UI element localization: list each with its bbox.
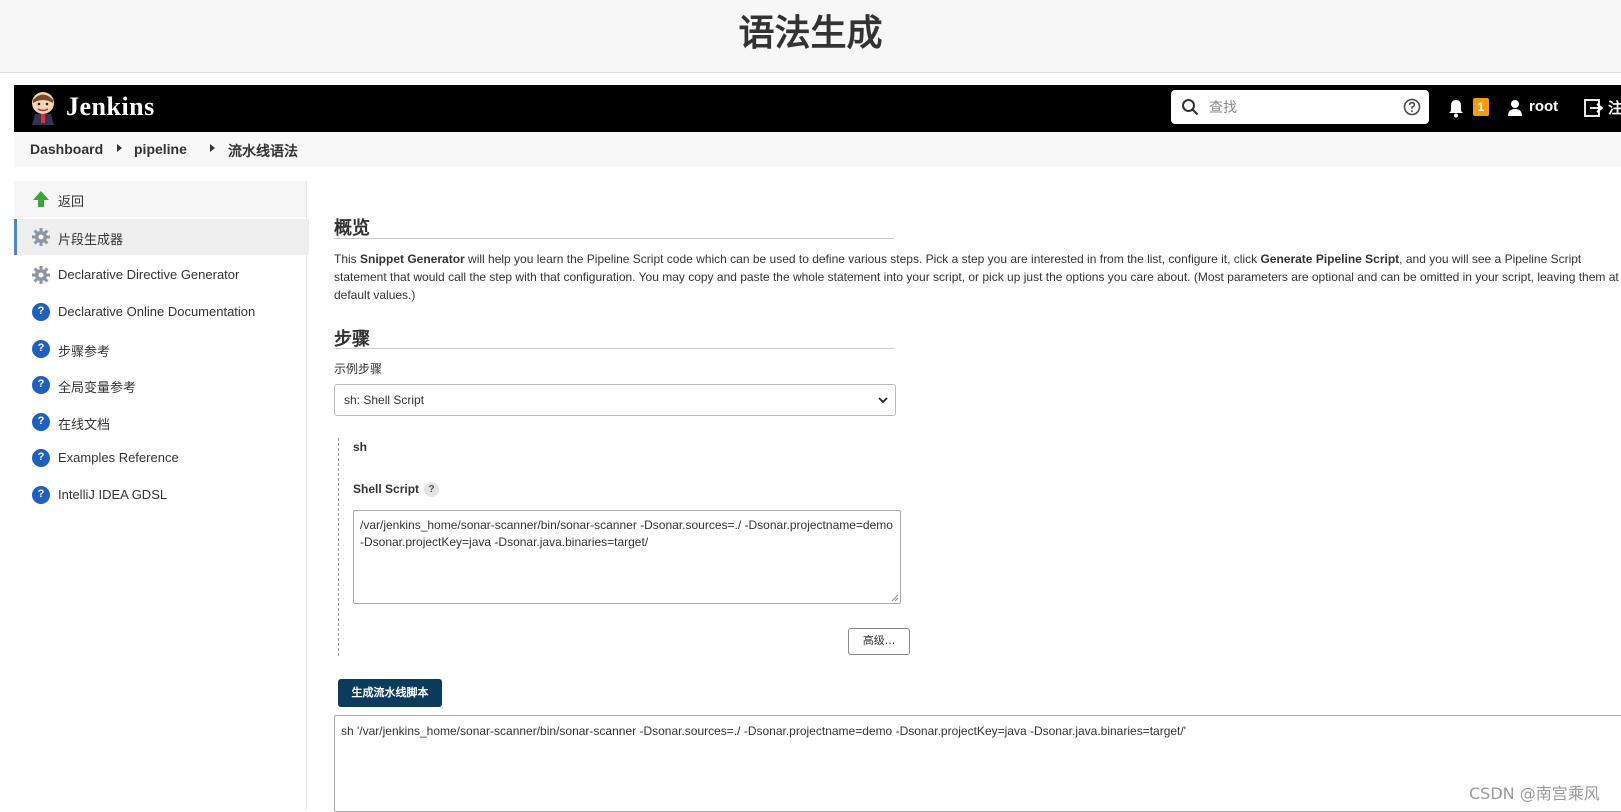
breadcrumb: Dashboard pipeline 流水线语法: [14, 132, 1621, 167]
sidebar-item-label: 全局变量参考: [58, 381, 137, 396]
overview-text-1: This: [334, 252, 361, 266]
sidebar-item-declarative-directive-generator[interactable]: Declarative Directive Generator: [14, 257, 306, 293]
sample-step-value: sh: Shell Script: [344, 393, 425, 407]
snippet-generator-strong: Snippet Generator: [360, 252, 465, 266]
breadcrumb-pipeline[interactable]: pipeline: [134, 141, 187, 157]
steps-divider: [334, 348, 894, 349]
logout-link[interactable]: 注销: [1608, 97, 1621, 118]
up-arrow-icon: [33, 191, 49, 207]
shell-script-label: Shell Script: [353, 482, 420, 496]
sidebar-item-label: Examples Reference: [58, 450, 179, 465]
shell-script-help-icon[interactable]: ?: [424, 482, 439, 497]
sidebar-item-back[interactable]: 返回: [14, 181, 306, 217]
shell-script-value: /var/jenkins_home/sonar-scanner/bin/sona…: [360, 518, 893, 549]
bell-icon[interactable]: [1447, 98, 1465, 118]
overview-divider: [334, 238, 894, 239]
search-input[interactable]: [1207, 94, 1391, 122]
user-name[interactable]: root: [1529, 98, 1558, 115]
gear-icon: [32, 228, 50, 246]
breadcrumb-pipeline-syntax[interactable]: 流水线语法: [228, 141, 298, 161]
help-icon[interactable]: [1403, 98, 1421, 116]
step-name: sh: [353, 440, 368, 454]
shell-script-textarea[interactable]: /var/jenkins_home/sonar-scanner/bin/sona…: [353, 510, 901, 604]
search-icon: [1182, 99, 1199, 116]
overview-heading: 概览: [334, 218, 370, 239]
help-icon: ?: [32, 340, 50, 358]
notification-badge[interactable]: 1: [1473, 98, 1489, 116]
breadcrumb-separator-icon[interactable]: [117, 144, 122, 152]
sidebar-item-label: 步骤参考: [58, 345, 111, 360]
sidebar-item-label: 返回: [58, 195, 85, 210]
jenkins-logo-icon[interactable]: [28, 91, 58, 125]
generated-script-value: sh '/var/jenkins_home/sonar-scanner/bin/…: [341, 724, 1187, 738]
banner-title: 语法生成: [738, 13, 883, 54]
user-icon[interactable]: [1507, 99, 1523, 117]
sidebar-item-intellij-gdsl[interactable]: ? IntelliJ IDEA GDSL: [14, 477, 306, 513]
resize-grip-icon[interactable]: [891, 594, 899, 602]
generate-pipeline-script-strong: Generate Pipeline Script: [1260, 252, 1400, 266]
generate-pipeline-script-button[interactable]: 生成流水线脚本: [338, 679, 442, 707]
sidebar-item-label: Declarative Directive Generator: [58, 267, 240, 282]
gear-icon: [32, 266, 50, 284]
sidebar-item-declarative-online-documentation[interactable]: ? Declarative Online Documentation: [14, 294, 306, 330]
sidebar-item-label: IntelliJ IDEA GDSL: [58, 487, 168, 502]
sidebar-item-steps-reference[interactable]: ? 步骤参考: [14, 331, 306, 367]
help-icon: ?: [32, 303, 50, 321]
sidebar-item-online-docs[interactable]: ? 在线文档: [14, 404, 306, 440]
sidebar-item-snippet-generator[interactable]: 片段生成器: [14, 219, 309, 255]
sample-step-label: 示例步骤: [334, 362, 383, 376]
advanced-button[interactable]: 高级...: [848, 628, 910, 655]
help-icon: ?: [32, 413, 50, 431]
sidebar-item-label: 在线文档: [58, 418, 111, 433]
sidebar-item-examples-reference[interactable]: ? Examples Reference: [14, 440, 306, 476]
page-banner: 语法生成: [0, 0, 1621, 73]
generated-script-output[interactable]: sh '/var/jenkins_home/sonar-scanner/bin/…: [334, 715, 1621, 812]
breadcrumb-separator-icon[interactable]: [210, 144, 215, 152]
help-icon: ?: [32, 486, 50, 504]
brand-name[interactable]: Jenkins: [66, 92, 155, 122]
logout-icon[interactable]: [1584, 99, 1604, 117]
jenkins-header: Jenkins 1 root 注销: [14, 85, 1621, 132]
sidebar: 返回 片段生成器 Declarative Directive Generator…: [14, 181, 309, 810]
sample-step-select[interactable]: sh: Shell Script: [334, 384, 896, 416]
chevron-down-icon: [878, 397, 888, 404]
step-config-divider: [338, 438, 339, 656]
overview-text-2: will help you learn the Pipeline Script …: [464, 252, 1261, 266]
breadcrumb-dashboard[interactable]: Dashboard: [30, 141, 103, 157]
watermark: CSDN @南宫乘风: [1469, 784, 1600, 803]
help-icon: ?: [32, 449, 50, 467]
sidebar-item-label: Declarative Online Documentation: [58, 304, 256, 319]
help-icon: ?: [32, 376, 50, 394]
overview-description: This Snippet Generator will help you lea…: [334, 250, 1621, 304]
sidebar-item-label: 片段生成器: [58, 233, 124, 248]
sidebar-item-global-variables-reference[interactable]: ? 全局变量参考: [14, 367, 306, 403]
search-box: [1171, 90, 1429, 124]
